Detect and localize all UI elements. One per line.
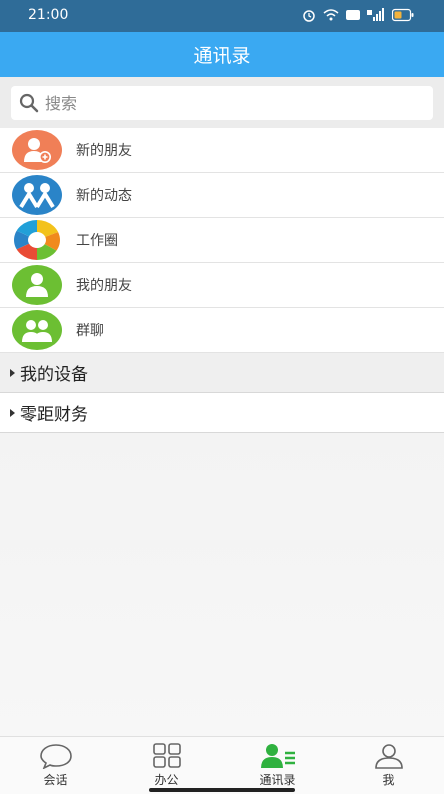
page-title: 通讯录	[193, 45, 251, 67]
group-label: 零距财务	[20, 405, 88, 425]
title-bar: 通讯录	[0, 32, 444, 77]
contacts-icon	[260, 744, 295, 768]
status-time: 21:00	[28, 7, 69, 23]
contact-item-new-friends[interactable]: 新的朋友	[0, 128, 444, 173]
tab-chat[interactable]: 会话	[0, 737, 111, 794]
contact-name: 工作圈	[76, 233, 118, 249]
chat-bubble-icon	[39, 744, 72, 769]
person-icon	[12, 265, 62, 305]
search-area	[0, 77, 444, 128]
tab-me[interactable]: 我	[333, 737, 444, 794]
tab-office[interactable]: 办公	[111, 737, 222, 794]
group-finance[interactable]: 零距财务	[0, 393, 444, 433]
collapse-arrow-icon	[10, 368, 15, 377]
status-bar: 21:00	[0, 0, 444, 32]
bottom-tab-bar: 会话 办公 通讯录 我	[0, 736, 444, 794]
grid-icon	[152, 743, 181, 768]
hd-icon	[346, 10, 360, 20]
collapse-arrow-icon	[10, 408, 15, 417]
tab-label: 通讯录	[259, 773, 296, 787]
home-indicator	[149, 788, 295, 792]
contact-name: 新的动态	[76, 188, 132, 204]
tab-contacts[interactable]: 通讯录	[222, 737, 333, 794]
tab-label: 我	[382, 773, 395, 787]
contact-item-my-friends[interactable]: 我的朋友	[0, 263, 444, 308]
aperture-icon	[12, 220, 62, 260]
alarm-icon	[303, 10, 315, 22]
tab-label: 会话	[43, 773, 68, 787]
contact-list: 新的朋友 新的动态 工作圈 我的朋友 群聊	[0, 128, 444, 353]
status-icons	[302, 8, 414, 22]
search-icon	[19, 93, 39, 113]
user-icon	[374, 744, 403, 769]
tab-label: 办公	[154, 773, 179, 787]
contact-name: 新的朋友	[76, 143, 132, 159]
group-my-devices[interactable]: 我的设备	[0, 353, 444, 393]
wifi-icon	[323, 9, 339, 21]
contact-item-new-updates[interactable]: 新的动态	[0, 173, 444, 218]
contact-item-group-chat[interactable]: 群聊	[0, 308, 444, 353]
signal-icon	[367, 8, 384, 21]
contact-name: 群聊	[76, 323, 104, 339]
battery-icon	[392, 8, 414, 22]
search-box[interactable]	[11, 86, 433, 120]
search-input[interactable]	[45, 93, 405, 113]
contact-name: 我的朋友	[76, 278, 132, 294]
contact-item-work-circle[interactable]: 工作圈	[0, 218, 444, 263]
add-friend-icon	[12, 130, 62, 170]
group-icon	[12, 310, 62, 350]
people-icon	[12, 175, 62, 215]
group-label: 我的设备	[20, 365, 88, 385]
empty-area	[0, 433, 444, 736]
